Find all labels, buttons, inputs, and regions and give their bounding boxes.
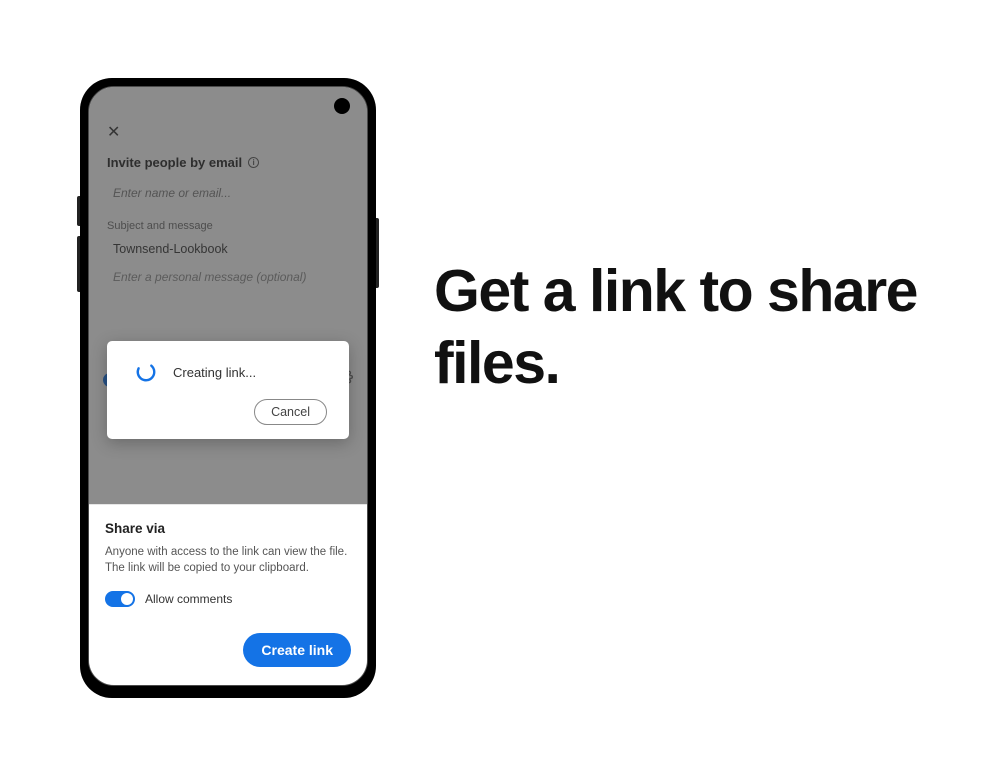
spinner-icon [135, 361, 157, 383]
cancel-button[interactable]: Cancel [254, 399, 327, 425]
phone-screen: ✕ Invite people by email i Enter name or… [88, 86, 368, 686]
phone-volume-up [77, 196, 80, 226]
phone-front-camera [334, 98, 350, 114]
sheet-description: Anyone with access to the link can view … [105, 544, 351, 577]
phone-frame: ✕ Invite people by email i Enter name or… [80, 78, 376, 698]
share-bottom-sheet: Share via Anyone with access to the link… [89, 504, 367, 685]
sheet-title: Share via [105, 521, 351, 536]
allow-comments-toggle[interactable] [105, 591, 135, 607]
allow-comments-label: Allow comments [145, 592, 232, 606]
phone-power-button [376, 218, 379, 288]
create-link-button[interactable]: Create link [243, 633, 351, 667]
marketing-headline: Get a link to share files. [434, 256, 960, 400]
dialog-status-text: Creating link... [173, 365, 256, 380]
phone-volume-down [77, 236, 80, 292]
creating-link-dialog: Creating link... Cancel [107, 341, 349, 439]
